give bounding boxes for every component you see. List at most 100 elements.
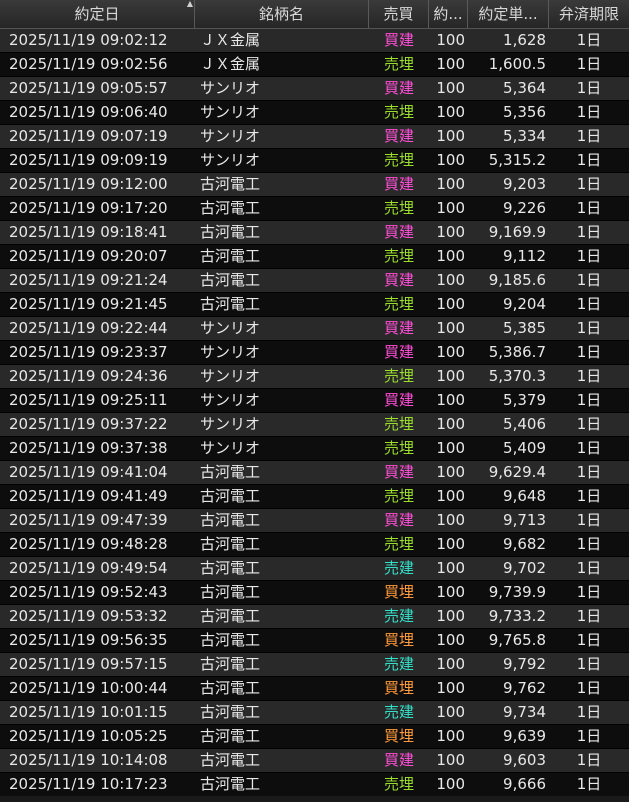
cell-name: サンリオ (200, 343, 261, 361)
table-row[interactable]: 2025/11/19 09:49:54 古河電工 売建 100 9,702 1日 (0, 557, 629, 581)
table-row[interactable]: 2025/11/19 09:07:19 サンリオ 買建 100 5,334 1日 (0, 125, 629, 149)
table-row[interactable]: 2025/11/19 09:48:28 古河電工 売埋 100 9,682 1日 (0, 533, 629, 557)
cell-name: サンリオ (200, 151, 261, 169)
cell-name: 古河電工 (200, 703, 261, 721)
cell-side: 買建 (383, 511, 414, 529)
table-row[interactable]: 2025/11/19 09:41:04 古河電工 買建 100 9,629.4 1日 (0, 461, 629, 485)
cell-name: 古河電工 (200, 631, 261, 649)
cell-price: 9,169.9 (488, 223, 546, 241)
cell-repayment-term: 1日 (576, 415, 602, 433)
table-row[interactable]: 2025/11/19 09:18:41 古河電工 買建 100 9,169.9 1日 (0, 221, 629, 245)
cell-quantity: 100 (436, 151, 465, 169)
column-header-quantity[interactable]: 約... (429, 0, 468, 28)
cell-name: 古河電工 (200, 559, 261, 577)
cell-side: 買建 (383, 79, 414, 97)
table-row[interactable]: 2025/11/19 10:17:23 古河電工 売埋 100 9,666 1日 (0, 773, 629, 797)
cell-date: 2025/11/19 09:17:20 (9, 199, 168, 217)
cell-price: 9,639 (503, 727, 546, 745)
table-row[interactable]: 2025/11/19 09:37:38 サンリオ 売埋 100 5,409 1日 (0, 437, 629, 461)
cell-price: 9,713 (503, 511, 546, 529)
column-header-price[interactable]: 約定単... (468, 0, 549, 28)
cell-side: 売埋 (383, 415, 414, 433)
cell-side: 買建 (383, 175, 414, 193)
cell-name: 古河電工 (200, 487, 261, 505)
table-row[interactable]: 2025/11/19 09:47:39 古河電工 買建 100 9,713 1日 (0, 509, 629, 533)
cell-name: 古河電工 (200, 679, 261, 697)
cell-side: 売建 (383, 559, 414, 577)
cell-date: 2025/11/19 09:20:07 (9, 247, 168, 265)
table-row[interactable]: 2025/11/19 09:02:12 ＪＸ金属 買建 100 1,628 1日 (0, 29, 629, 53)
horizontal-scrollbar[interactable] (0, 796, 629, 802)
table-row[interactable]: 2025/11/19 09:05:57 サンリオ 買建 100 5,364 1日 (0, 77, 629, 101)
cell-repayment-term: 1日 (576, 583, 602, 601)
table-row[interactable]: 2025/11/19 10:05:25 古河電工 買埋 100 9,639 1日 (0, 725, 629, 749)
cell-price: 9,792 (503, 655, 546, 673)
cell-price: 9,733.2 (488, 607, 546, 625)
cell-repayment-term: 1日 (576, 271, 602, 289)
cell-date: 2025/11/19 09:53:32 (9, 607, 168, 625)
cell-repayment-term: 1日 (576, 247, 602, 265)
cell-side: 買建 (383, 751, 414, 769)
cell-quantity: 100 (436, 175, 465, 193)
table-row[interactable]: 2025/11/19 09:02:56 ＪＸ金属 売埋 100 1,600.5 1日 (0, 53, 629, 77)
cell-date: 2025/11/19 09:23:37 (9, 343, 168, 361)
table-row[interactable]: 2025/11/19 09:21:45 古河電工 売埋 100 9,204 1日 (0, 293, 629, 317)
cell-name: 古河電工 (200, 775, 261, 793)
cell-price: 9,765.8 (488, 631, 546, 649)
column-header-side[interactable]: 売買 (369, 0, 429, 28)
cell-repayment-term: 1日 (576, 31, 602, 49)
table-row[interactable]: 2025/11/19 10:01:15 古河電工 売建 100 9,734 1日 (0, 701, 629, 725)
cell-quantity: 100 (436, 391, 465, 409)
cell-side: 買建 (383, 223, 414, 241)
cell-side: 買埋 (383, 583, 414, 601)
cell-side: 売埋 (383, 199, 414, 217)
cell-quantity: 100 (436, 271, 465, 289)
cell-quantity: 100 (436, 439, 465, 457)
cell-name: 古河電工 (200, 535, 261, 553)
cell-quantity: 100 (436, 751, 465, 769)
table-row[interactable]: 2025/11/19 09:57:15 古河電工 売建 100 9,792 1日 (0, 653, 629, 677)
table-row[interactable]: 2025/11/19 09:06:40 サンリオ 売埋 100 5,356 1日 (0, 101, 629, 125)
table-row[interactable]: 2025/11/19 09:21:24 古河電工 買建 100 9,185.6 1日 (0, 269, 629, 293)
cell-price: 9,629.4 (488, 463, 546, 481)
cell-name: 古河電工 (200, 607, 261, 625)
cell-name: ＪＸ金属 (200, 31, 261, 49)
cell-date: 2025/11/19 09:37:38 (9, 439, 168, 457)
table-row[interactable]: 2025/11/19 09:53:32 古河電工 売建 100 9,733.2 1日 (0, 605, 629, 629)
cell-repayment-term: 1日 (576, 751, 602, 769)
table-row[interactable]: 2025/11/19 10:00:44 古河電工 買埋 100 9,762 1日 (0, 677, 629, 701)
cell-name: 古河電工 (200, 271, 261, 289)
table-row[interactable]: 2025/11/19 09:52:43 古河電工 買埋 100 9,739.9 1日 (0, 581, 629, 605)
column-header-label: 弁済期限 (558, 5, 619, 23)
table-row[interactable]: 2025/11/19 09:23:37 サンリオ 買建 100 5,386.7 1日 (0, 341, 629, 365)
table-row[interactable]: 2025/11/19 09:37:22 サンリオ 売埋 100 5,406 1日 (0, 413, 629, 437)
cell-quantity: 100 (436, 103, 465, 121)
cell-quantity: 100 (436, 295, 465, 313)
cell-quantity: 100 (436, 535, 465, 553)
cell-side: 買建 (383, 463, 414, 481)
cell-side: 売埋 (383, 439, 414, 457)
cell-date: 2025/11/19 10:17:23 (9, 775, 168, 793)
column-header-label: 約定単... (478, 5, 538, 23)
cell-quantity: 100 (436, 583, 465, 601)
table-row[interactable]: 2025/11/19 09:09:19 サンリオ 売埋 100 5,315.2 1日 (0, 149, 629, 173)
column-header-repayment-term[interactable]: 弁済期限 (549, 0, 629, 28)
table-row[interactable]: 2025/11/19 09:20:07 古河電工 売埋 100 9,112 1日 (0, 245, 629, 269)
column-header-date[interactable]: 約定日 ▲ (0, 0, 195, 28)
table-row[interactable]: 2025/11/19 10:14:08 古河電工 買建 100 9,603 1日 (0, 749, 629, 773)
table-row[interactable]: 2025/11/19 09:24:36 サンリオ 売埋 100 5,370.3 1日 (0, 365, 629, 389)
table-row[interactable]: 2025/11/19 09:25:11 サンリオ 買建 100 5,379 1日 (0, 389, 629, 413)
cell-repayment-term: 1日 (576, 439, 602, 457)
table-row[interactable]: 2025/11/19 09:41:49 古河電工 売埋 100 9,648 1日 (0, 485, 629, 509)
cell-date: 2025/11/19 09:22:44 (9, 319, 168, 337)
cell-date: 2025/11/19 09:56:35 (9, 631, 168, 649)
table-row[interactable]: 2025/11/19 09:17:20 古河電工 売埋 100 9,226 1日 (0, 197, 629, 221)
cell-repayment-term: 1日 (576, 295, 602, 313)
cell-price: 9,682 (503, 535, 546, 553)
cell-side: 買埋 (383, 631, 414, 649)
cell-repayment-term: 1日 (576, 703, 602, 721)
table-row[interactable]: 2025/11/19 09:56:35 古河電工 買埋 100 9,765.8 1日 (0, 629, 629, 653)
column-header-name[interactable]: 銘柄名 (195, 0, 369, 28)
table-row[interactable]: 2025/11/19 09:22:44 サンリオ 買建 100 5,385 1日 (0, 317, 629, 341)
table-row[interactable]: 2025/11/19 09:12:00 古河電工 買建 100 9,203 1日 (0, 173, 629, 197)
